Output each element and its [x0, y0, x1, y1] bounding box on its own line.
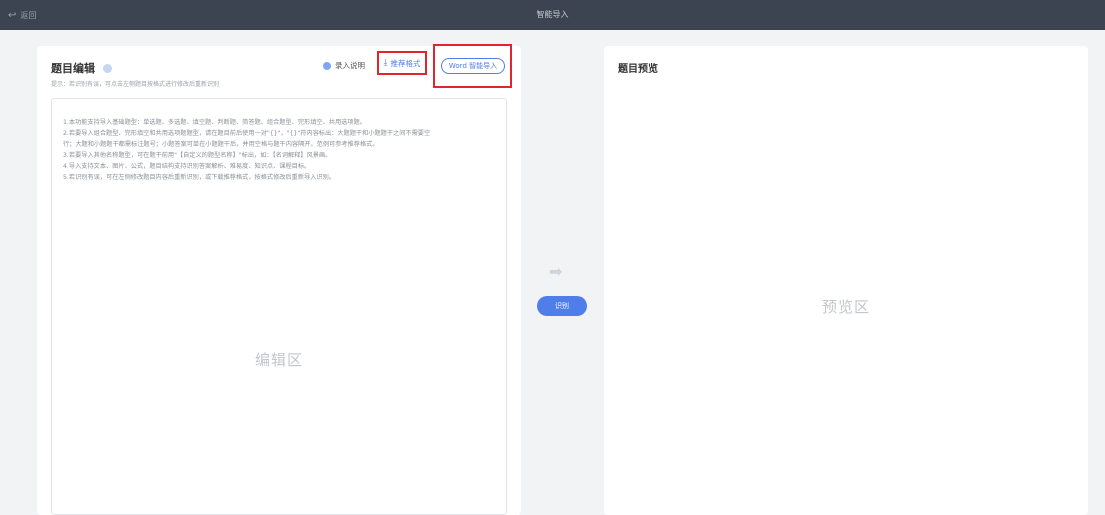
preview-panel-title: 题目预览 — [618, 64, 658, 75]
help-icon[interactable] — [103, 63, 112, 73]
word-import-highlight: Word 智能导入 — [433, 44, 512, 88]
input-guide-label: 录入说明 — [335, 61, 365, 70]
editor-area[interactable]: 1.本功能支持导入基础题型：单选题、多选题、填空题、判断题、简答题、组合题型、完… — [51, 98, 507, 515]
download-template-label: 推荐格式 — [390, 58, 421, 68]
instruction-line: 行；大题和小题题干都需标注题号；小题答案可单在小题题干后，并用空格与题干内容隔开… — [63, 141, 379, 148]
instruction-line: 4.导入支持文本、图片、公式，题目结构支持识别答案解析、难易度、知识点、课程目标… — [63, 163, 311, 170]
editor-panel: 题目编辑 提示：若识别有误，可点击左侧题目按格式进行修改后重新识别 录入说明 ⤓… — [37, 44, 521, 515]
editor-panel-header: 题目编辑 — [51, 60, 112, 76]
instruction-line: 1.本功能支持导入基础题型：单选题、多选题、填空题、判断题、简答题、组合题型、完… — [63, 119, 366, 126]
preview-panel: 题目预览 预览区 — [604, 46, 1088, 515]
info-icon — [323, 61, 331, 70]
word-import-button[interactable]: Word 智能导入 — [441, 58, 505, 74]
top-bar: ↩ 返回 智能导入 — [0, 0, 1105, 30]
instruction-line: 3.若要导入其他名称题型，可在题干前用"【自定义的题型名称】"标出，如：【名词解… — [63, 152, 332, 159]
download-icon: ⤓ — [383, 58, 388, 68]
input-guide-link[interactable]: 录入说明 — [323, 60, 365, 71]
instruction-line: 2.若要导入组合题型、完形填空和共用选项题题型，请在题目前后使用一对"{}"，"… — [63, 130, 431, 137]
preview-placeholder: 预览区 — [821, 298, 870, 316]
download-template-button[interactable]: ⤓ 推荐格式 — [377, 51, 427, 75]
recognize-button[interactable]: 识别 — [537, 296, 587, 316]
right-arrow-icon: ➡ — [549, 262, 563, 281]
editor-placeholder: 编辑区 — [254, 351, 303, 369]
editor-tip: 提示：若识别有误，可点击左侧题目按格式进行修改后重新识别 — [51, 81, 220, 88]
instruction-line: 5.若识别有误，可在左侧修改题目内容后重新识别，或下载推荐格式，按格式修改后重新… — [63, 174, 335, 181]
import-instructions: 1.本功能支持导入基础题型：单选题、多选题、填空题、判断题、简答题、组合题型、完… — [63, 117, 503, 183]
editor-panel-title: 题目编辑 — [51, 62, 95, 75]
page-title: 智能导入 — [536, 10, 569, 19]
